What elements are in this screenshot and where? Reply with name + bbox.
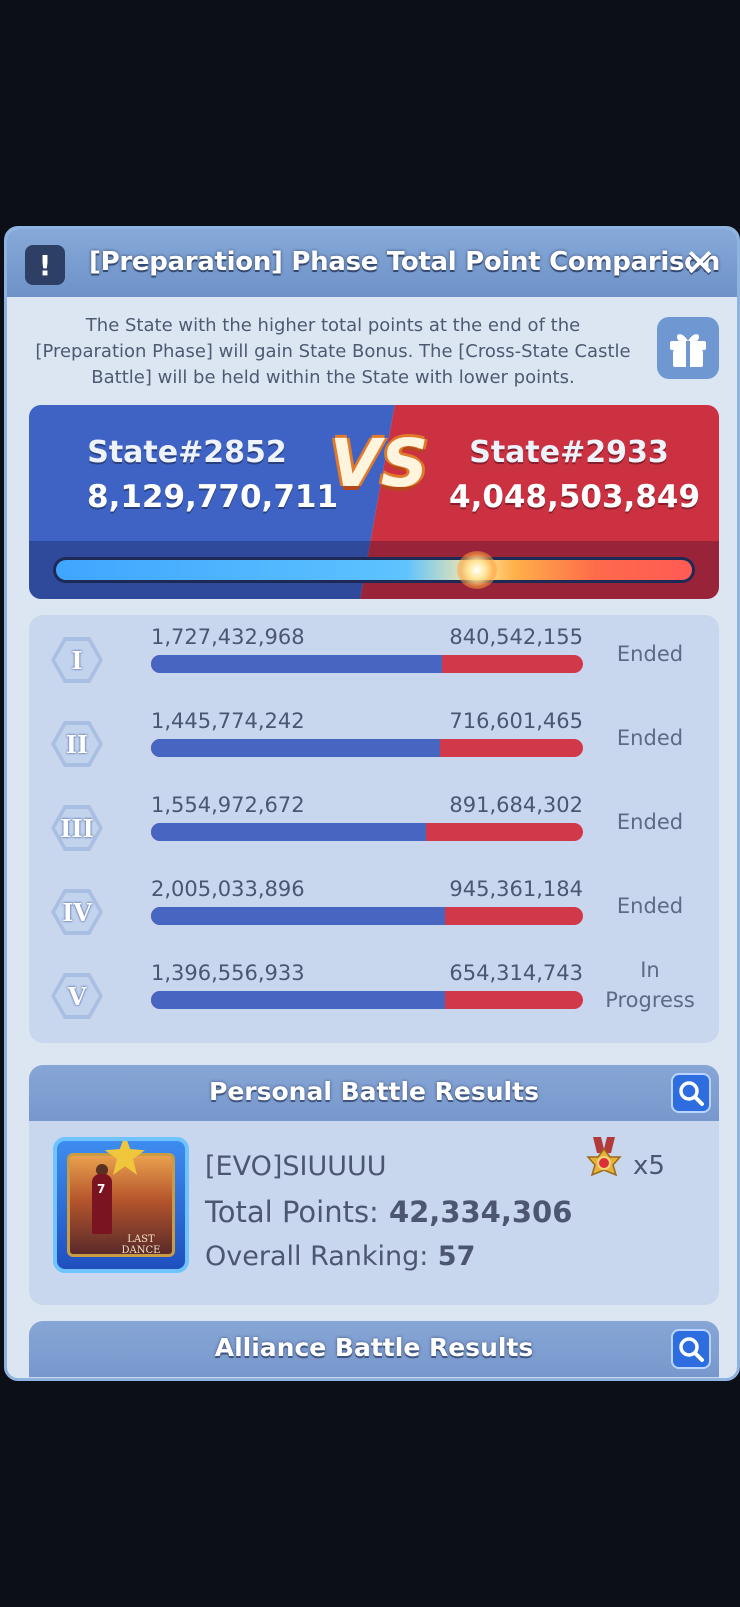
phase-numeral-badge: V — [51, 973, 103, 1019]
spark-effect — [457, 551, 497, 589]
phase-status: Ended — [616, 810, 684, 834]
phase-right-points: 654,314,743 — [449, 961, 583, 985]
personal-search-button[interactable] — [671, 1073, 711, 1113]
magnifier-icon — [679, 1337, 704, 1362]
avatar[interactable]: 7 LAST DANCE — [53, 1137, 189, 1273]
phase-row: V 1,396,556,933 654,314,743 In Progress — [29, 951, 719, 1035]
phase-row: I 1,727,432,968 840,542,155 Ended — [29, 615, 719, 699]
phase-description: The State with the higher total points a… — [35, 315, 631, 388]
close-icon[interactable]: ✕ — [681, 244, 719, 283]
phase-right-points: 840,542,155 — [449, 625, 583, 649]
player-ranking-line: Overall Ranking: 57 — [205, 1241, 475, 1272]
phase-left-points: 1,445,774,242 — [151, 709, 305, 733]
personal-results-header: Personal Battle Results — [29, 1065, 719, 1121]
phase-status: Ended — [616, 642, 684, 666]
phase-numeral: II — [55, 725, 99, 763]
medal-icon — [586, 1137, 622, 1177]
avatar-jersey-number: 7 — [97, 1182, 106, 1196]
personal-results-section: Personal Battle Results 7 LAST DANCE [EV… — [29, 1065, 719, 1305]
ranking-value: 57 — [437, 1241, 476, 1272]
alliance-search-button[interactable] — [671, 1329, 711, 1369]
avatar-caption: LAST DANCE — [121, 1234, 161, 1256]
phase-bar-blue-share — [151, 991, 446, 1009]
player-name: [EVO]SIUUUU — [205, 1151, 387, 1182]
phase-bar — [151, 655, 583, 673]
alliance-results-title: Alliance Battle Results — [214, 1333, 534, 1362]
state-vs-card: State#2852 8,129,770,711 VS State#2933 4… — [29, 405, 719, 599]
phase-numeral: IV — [55, 893, 99, 931]
ranking-label: Overall Ranking: — [205, 1241, 429, 1272]
phase-bar — [151, 823, 583, 841]
medal-count: x5 — [633, 1151, 665, 1181]
phase-numeral-badge: III — [51, 805, 103, 851]
right-state-name: State#2933 — [469, 435, 669, 470]
total-progress-bar — [53, 557, 695, 583]
phase-bar-blue-share — [151, 823, 426, 841]
phase-numeral: I — [55, 641, 99, 679]
phase-bar — [151, 991, 583, 1009]
gift-button[interactable] — [657, 317, 719, 379]
left-state-points: 8,129,770,711 — [87, 479, 339, 515]
point-comparison-panel: ! [Preparation] Phase Total Point Compar… — [4, 226, 740, 1381]
phase-row: II 1,445,774,242 716,601,465 Ended — [29, 699, 719, 783]
phase-right-points: 716,601,465 — [449, 709, 583, 733]
phase-left-points: 1,727,432,968 — [151, 625, 305, 649]
phase-list: I 1,727,432,968 840,542,155 Ended II 1,4… — [29, 615, 719, 1043]
phase-bar — [151, 739, 583, 757]
alliance-results-section: Alliance Battle Results — [29, 1321, 719, 1378]
phase-left-points: 1,554,972,672 — [151, 793, 305, 817]
player-total-points-line: Total Points: 42,334,306 — [205, 1195, 572, 1229]
personal-results-title: Personal Battle Results — [209, 1077, 539, 1106]
phase-bar-blue-share — [151, 655, 442, 673]
right-state-points: 4,048,503,849 — [449, 479, 701, 515]
phase-bar — [151, 907, 583, 925]
phase-status: Ended — [616, 894, 684, 918]
total-points-value: 42,334,306 — [388, 1195, 573, 1229]
phase-bar-blue-share — [151, 907, 445, 925]
phase-right-points: 945,361,184 — [449, 877, 583, 901]
panel-header: ! [Preparation] Phase Total Point Compar… — [7, 229, 737, 297]
phase-status: In Progress — [605, 958, 695, 1012]
phase-left-points: 1,396,556,933 — [151, 961, 305, 985]
alliance-results-header: Alliance Battle Results — [29, 1321, 719, 1377]
phase-status: Ended — [616, 726, 684, 750]
left-state-name: State#2852 — [87, 435, 287, 470]
phase-row: III 1,554,972,672 891,684,302 Ended — [29, 783, 719, 867]
gift-icon — [670, 334, 706, 367]
magnifier-icon — [679, 1081, 704, 1106]
panel-title: [Preparation] Phase Total Point Comparis… — [89, 247, 720, 277]
total-progress-fill — [56, 560, 692, 580]
phase-bar-blue-share — [151, 739, 440, 757]
phase-left-points: 2,005,033,896 — [151, 877, 305, 901]
phase-numeral: V — [55, 977, 99, 1015]
phase-numeral: III — [55, 809, 99, 847]
phase-numeral-badge: II — [51, 721, 103, 767]
phase-numeral-badge: IV — [51, 889, 103, 935]
total-points-label: Total Points: — [205, 1195, 379, 1229]
phase-row: IV 2,005,033,896 945,361,184 Ended — [29, 867, 719, 951]
phase-numeral-badge: I — [51, 637, 103, 683]
exclamation-icon[interactable]: ! — [25, 245, 65, 285]
vs-label: VS — [329, 425, 429, 502]
phase-right-points: 891,684,302 — [449, 793, 583, 817]
